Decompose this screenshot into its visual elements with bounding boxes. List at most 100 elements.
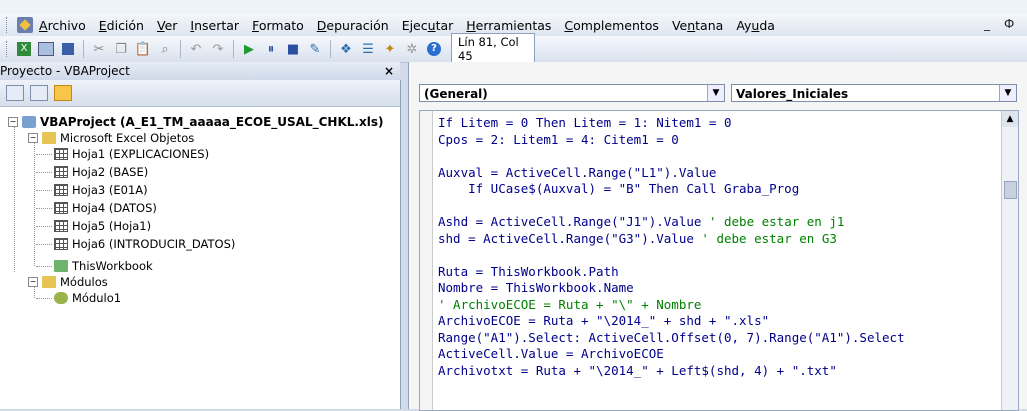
run-icon[interactable]: ▶ [240, 40, 258, 58]
tree-item-sheet[interactable]: Hoja3 (E01A) [36, 182, 148, 198]
undo-icon[interactable]: ↶ [187, 40, 205, 58]
code-line[interactable]: shd = ActiveCell.Range("G3").Value ' deb… [438, 231, 905, 248]
copy-icon[interactable]: ❐ [112, 40, 130, 58]
procedure-dropdown[interactable]: Valores_Iniciales ▼ [731, 84, 1017, 102]
chevron-down-icon[interactable]: ▼ [707, 85, 724, 101]
menu-insertar[interactable]: Insertar [190, 18, 239, 33]
scroll-up-icon[interactable]: ▲ [1002, 111, 1018, 127]
folder-icon [42, 276, 56, 288]
code-line[interactable]: ArchivoECOE = Ruta + "\2014_" + shd + ".… [438, 313, 905, 330]
code-line[interactable] [438, 198, 905, 215]
cursor-position-status: Lín 81, Col 45 [451, 33, 535, 65]
code-line[interactable]: Archivotxt = Ruta + "\2014_" + Left$(shd… [438, 363, 905, 380]
chevron-down-icon[interactable]: ▼ [999, 85, 1016, 101]
workbook-label: ThisWorkbook [72, 259, 153, 273]
collapse-icon[interactable]: − [28, 277, 38, 287]
toolbar-separator [330, 40, 331, 58]
procedure-dropdown-value: Valores_Iniciales [736, 87, 849, 101]
excel-view-icon[interactable]: X [15, 40, 33, 58]
view-object-icon[interactable] [30, 85, 48, 101]
worksheet-icon [54, 220, 68, 232]
collapse-icon[interactable]: − [28, 133, 38, 143]
tree-line [34, 142, 35, 266]
code-line[interactable] [438, 148, 905, 165]
code-text[interactable]: If Litem = 0 Then Litem = 1: Nitem1 = 0C… [438, 115, 905, 379]
menu-edicion[interactable]: Edición [99, 18, 144, 33]
project-panel-title: Proyecto - VBAProject × [0, 62, 400, 81]
view-code-icon[interactable] [6, 85, 24, 101]
menu-depuracion[interactable]: Depuración [317, 18, 389, 33]
pause-icon[interactable]: ⏸ [262, 40, 280, 58]
code-line[interactable]: ActiveCell.Value = ArchivoECOE [438, 346, 905, 363]
tree-line [36, 266, 52, 267]
menu-ventana[interactable]: Ventana [672, 18, 723, 33]
object-dropdown[interactable]: (General) ▼ [419, 84, 725, 102]
code-editor[interactable]: If Litem = 0 Then Litem = 1: Nitem1 = 0C… [419, 110, 1019, 411]
reset-icon[interactable]: ■ [284, 40, 302, 58]
code-line[interactable]: Nombre = ThisWorkbook.Name [438, 280, 905, 297]
code-line[interactable]: Auxval = ActiveCell.Range("L1").Value [438, 165, 905, 182]
title-strip [0, 0, 1027, 15]
menu-ver[interactable]: Ver [157, 18, 177, 33]
workbook-icon [54, 260, 68, 272]
margin-indicator-bar[interactable] [420, 111, 433, 410]
worksheet-icon [54, 184, 68, 196]
tree-item-sheet[interactable]: Hoja2 (BASE) [36, 164, 149, 180]
insert-module-icon[interactable] [37, 40, 55, 58]
close-icon[interactable]: × [384, 62, 394, 80]
collapse-icon[interactable]: − [8, 117, 18, 127]
tree-project-root[interactable]: − VBAProject (A_E1_TM_aaaaa_ECOE_USAL_CH… [8, 114, 383, 130]
tree-item-sheet[interactable]: Hoja6 (INTRODUCIR_DATOS) [36, 236, 235, 252]
properties-icon[interactable]: ☰ [359, 40, 377, 58]
tree-item-sheet[interactable]: Hoja1 (EXPLICACIONES) [36, 146, 209, 162]
tree-folder-excel-objects[interactable]: − Microsoft Excel Objetos [28, 130, 194, 146]
menu-formato[interactable]: Formato [252, 18, 304, 33]
code-line[interactable]: Ashd = ActiveCell.Range("J1").Value ' de… [438, 214, 905, 231]
tree-item-sheet[interactable]: Hoja5 (Hoja1) [36, 218, 151, 234]
menu-items: Archivo Edición Ver Insertar Formato Depuraci… [39, 18, 788, 33]
standard-toolbar: X ✂ ❐ 📋 ⌕ ↶ ↷ ▶ ⏸ ■ ✎ ❖ ☰ ✦ ✲ ? Lín 81, … [0, 33, 1027, 65]
tree-line [36, 226, 52, 227]
object-browser-icon[interactable]: ✦ [381, 40, 399, 58]
folder-label: Microsoft Excel Objetos [60, 131, 195, 145]
toggle-folders-icon[interactable] [54, 85, 72, 101]
tree-item-module1[interactable]: Módulo1 [36, 290, 122, 306]
menu-herramientas[interactable]: Herramientas [466, 18, 551, 33]
help-icon[interactable]: ? [425, 40, 443, 58]
project-root-label: VBAProject (A_E1_TM_aaaaa_ECOE_USAL_CHKL… [40, 115, 384, 129]
menu-archivo[interactable]: Archivo [39, 18, 86, 33]
code-line[interactable]: If Litem = 0 Then Litem = 1: Nitem1 = 0 [438, 115, 905, 132]
worksheet-icon [54, 238, 68, 250]
cut-icon[interactable]: ✂ [90, 40, 108, 58]
redo-icon[interactable]: ↷ [209, 40, 227, 58]
tree-line [36, 172, 52, 173]
code-line[interactable]: Range("A1").Select: ActiveCell.Offset(0,… [438, 330, 905, 347]
code-line[interactable]: ' ArchivoECOE = Ruta + "\" + Nombre [438, 297, 905, 314]
code-line[interactable]: Ruta = ThisWorkbook.Path [438, 264, 905, 281]
toolbox-icon[interactable]: ✲ [403, 40, 421, 58]
menu-complementos[interactable]: Complementos [564, 18, 659, 33]
vba-app-icon[interactable] [17, 17, 33, 33]
project-explorer-icon[interactable]: ❖ [337, 40, 355, 58]
toolbar-grip[interactable] [6, 41, 13, 57]
worksheet-icon [54, 148, 68, 160]
save-icon[interactable] [59, 40, 77, 58]
restore-button[interactable]: Ф [1004, 17, 1014, 31]
vertical-scrollbar[interactable]: ▲ [1001, 111, 1018, 410]
code-line[interactable]: If UCase$(Auxval) = "B" Then Call Graba_… [438, 181, 905, 198]
tree-item-sheet[interactable]: Hoja4 (DATOS) [36, 200, 157, 216]
minimize-button[interactable]: _ [984, 17, 990, 31]
sheet-label: Hoja2 (BASE) [72, 165, 149, 179]
menu-ayuda[interactable]: Ayuda [736, 18, 775, 33]
toolbar-grip[interactable] [6, 17, 13, 33]
design-mode-icon[interactable]: ✎ [306, 40, 324, 58]
paste-icon[interactable]: 📋 [134, 40, 152, 58]
module-label: Módulo1 [72, 291, 122, 305]
code-line[interactable]: Cpos = 2: Litem1 = 4: Citem1 = 0 [438, 132, 905, 149]
code-line[interactable] [438, 247, 905, 264]
menu-ejecutar[interactable]: Ejecutar [402, 18, 454, 33]
scroll-thumb[interactable] [1004, 181, 1017, 199]
tree-item-thisworkbook[interactable]: ThisWorkbook [36, 258, 153, 274]
tree-folder-modules[interactable]: − Módulos [28, 274, 108, 290]
find-icon[interactable]: ⌕ [156, 40, 174, 58]
